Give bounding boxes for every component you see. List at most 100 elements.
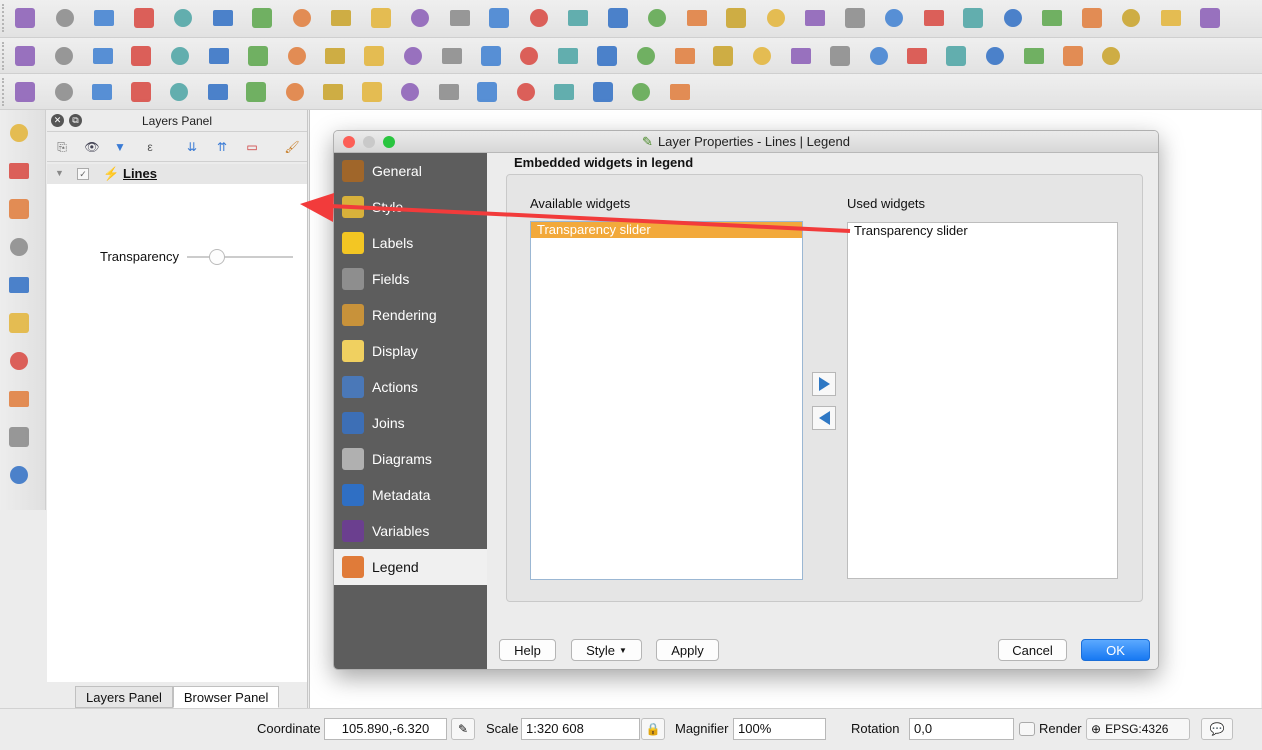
select-features-icon[interactable]: [842, 5, 868, 31]
nav-item-legend[interactable]: Legend: [334, 549, 487, 585]
used-widgets-list[interactable]: Transparency slider: [847, 222, 1118, 579]
pan-to-selection-icon[interactable]: [289, 5, 315, 31]
zoom-in-icon[interactable]: [328, 5, 354, 31]
redo-icon[interactable]: [128, 79, 154, 105]
nav-item-metadata[interactable]: Metadata: [334, 477, 487, 513]
georeferencer-icon[interactable]: [982, 43, 1008, 69]
undo-icon[interactable]: [89, 79, 115, 105]
manage-visibility-icon[interactable]: ⎘: [53, 138, 71, 156]
new-project-icon[interactable]: [12, 5, 38, 31]
add-wfs-icon[interactable]: [6, 386, 32, 412]
fill-ring-icon[interactable]: [282, 79, 308, 105]
measure-icon[interactable]: [1079, 5, 1105, 31]
list-item[interactable]: Transparency slider: [531, 222, 802, 238]
add-delimited-text-icon[interactable]: [6, 196, 32, 222]
remove-layer-icon[interactable]: ▭: [243, 138, 261, 156]
nav-item-rendering[interactable]: Rendering: [334, 297, 487, 333]
open-project-icon[interactable]: [52, 5, 78, 31]
style-brush-icon[interactable]: 🖌: [283, 138, 301, 156]
scale-bar-icon[interactable]: [904, 43, 930, 69]
add-ring-icon[interactable]: [205, 79, 231, 105]
pin-label-icon[interactable]: [478, 43, 504, 69]
digitize-icon[interactable]: [245, 43, 271, 69]
merge-features-icon[interactable]: [551, 79, 577, 105]
save-edits-icon[interactable]: [90, 43, 116, 69]
zoom-full-icon[interactable]: [447, 5, 473, 31]
nav-item-joins[interactable]: Joins: [334, 405, 487, 441]
split-features-icon[interactable]: [474, 79, 500, 105]
tab-layers-panel[interactable]: Layers Panel: [75, 686, 173, 708]
lock-scale-icon[interactable]: 🔒: [641, 718, 665, 740]
label-settings-icon[interactable]: [672, 43, 698, 69]
label-style-icon[interactable]: [710, 43, 736, 69]
reshape-icon[interactable]: [397, 79, 423, 105]
toolbar-grip[interactable]: [2, 4, 6, 32]
magnifier-spinbox[interactable]: 100%: [733, 718, 826, 740]
zoom-out-icon[interactable]: [368, 5, 394, 31]
snapping-icon[interactable]: [51, 79, 77, 105]
composer-manager-icon[interactable]: [210, 5, 236, 31]
save-as-icon[interactable]: [131, 5, 157, 31]
ok-button[interactable]: OK: [1081, 639, 1150, 661]
window-maximize-button[interactable]: [383, 136, 395, 148]
identify-icon[interactable]: [763, 5, 789, 31]
scale-combo[interactable]: 1:320 608: [521, 718, 640, 740]
layer-tree-item-lines[interactable]: ▼ ✓ ⚡ Lines: [47, 164, 307, 184]
nav-item-fields[interactable]: Fields: [334, 261, 487, 297]
zoom-to-layer-icon[interactable]: [526, 5, 552, 31]
render-checkbox[interactable]: [1019, 722, 1035, 736]
cut-features-icon[interactable]: [322, 43, 348, 69]
rotate-symbols-icon[interactable]: [628, 79, 654, 105]
add-raster-layer-icon[interactable]: [6, 158, 32, 184]
remove-widget-button[interactable]: [812, 406, 836, 430]
help-icon[interactable]: [1197, 5, 1223, 31]
bookmark-icon[interactable]: [684, 5, 710, 31]
window-close-button[interactable]: [343, 136, 355, 148]
nav-item-style[interactable]: Style: [334, 189, 487, 225]
nav-item-actions[interactable]: Actions: [334, 369, 487, 405]
field-calculator-icon[interactable]: [1000, 5, 1026, 31]
expression-select-icon[interactable]: [881, 5, 907, 31]
toggle-editing-icon[interactable]: [51, 43, 77, 69]
zoom-to-selection-icon[interactable]: [486, 5, 512, 31]
cancel-button[interactable]: Cancel: [998, 639, 1067, 661]
nav-item-variables[interactable]: Variables: [334, 513, 487, 549]
transparency-slider-handle[interactable]: [208, 249, 225, 265]
pan-icon[interactable]: [249, 5, 275, 31]
layer-visibility-checkbox[interactable]: ✓: [77, 168, 89, 180]
wms-icon[interactable]: [749, 43, 775, 69]
add-vector-layer-icon[interactable]: [6, 120, 32, 146]
north-arrow-icon[interactable]: [866, 43, 892, 69]
help-button[interactable]: Help: [499, 639, 556, 661]
filter-icon[interactable]: ▼: [111, 138, 129, 156]
move-label-icon[interactable]: [555, 43, 581, 69]
filter-expression-icon[interactable]: ε: [141, 138, 159, 156]
rotate-label-icon[interactable]: [594, 43, 620, 69]
change-label-icon[interactable]: [633, 43, 659, 69]
available-widgets-list[interactable]: Transparency slider: [530, 221, 803, 580]
tab-browser-panel[interactable]: Browser Panel: [172, 686, 280, 708]
label-icon[interactable]: [439, 43, 465, 69]
layer-notes-icon[interactable]: [1060, 43, 1086, 69]
add-virtual-layer-icon[interactable]: [6, 424, 32, 450]
paste-features-icon[interactable]: [400, 43, 426, 69]
copy-features-icon[interactable]: [361, 43, 387, 69]
offset-curve-icon[interactable]: [436, 79, 462, 105]
new-print-composer-icon[interactable]: [170, 5, 196, 31]
add-widget-button[interactable]: [812, 372, 836, 396]
split-parts-icon[interactable]: [513, 79, 539, 105]
simplify-icon[interactable]: [166, 79, 192, 105]
zoom-native-icon[interactable]: [407, 5, 433, 31]
add-part-icon[interactable]: [243, 79, 269, 105]
annotation-icon[interactable]: [1118, 5, 1144, 31]
attribute-table-icon[interactable]: [960, 5, 986, 31]
float-panel-icon[interactable]: ⧉: [69, 114, 82, 127]
edits-icon[interactable]: [12, 43, 38, 69]
python-icon[interactable]: [827, 43, 853, 69]
trace-icon[interactable]: [667, 79, 693, 105]
toolbar-grip[interactable]: [2, 78, 6, 106]
add-postgis-icon[interactable]: [6, 234, 32, 260]
refresh-icon[interactable]: [723, 5, 749, 31]
deselect-icon[interactable]: [921, 5, 947, 31]
toolbar-grip[interactable]: [2, 42, 6, 70]
